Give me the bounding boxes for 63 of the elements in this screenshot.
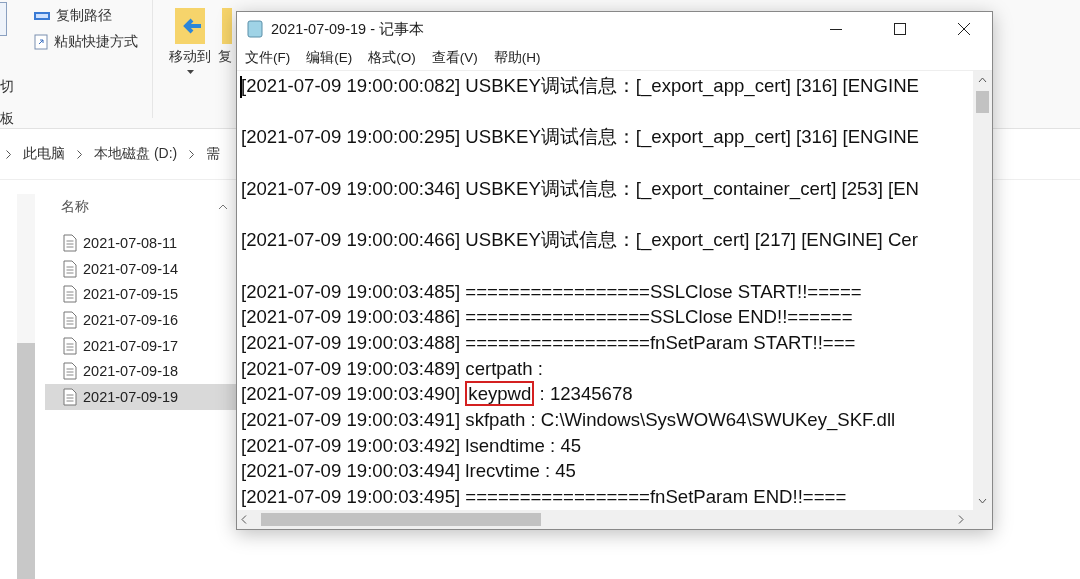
- log-line: [2021-07-09 19:00:03:489] certpath :: [241, 356, 543, 381]
- close-icon: [958, 23, 970, 35]
- shortcut-icon: [34, 34, 48, 50]
- file-item[interactable]: 2021-07-08-11: [45, 230, 240, 256]
- scroll-right-icon: [958, 515, 964, 524]
- document-icon: [63, 336, 77, 355]
- log-line: [2021-07-09 19:00:03:495] =================fnSetParam END!!====: [241, 485, 847, 509]
- highlight-box: keypwd: [465, 381, 535, 407]
- file-item[interactable]: 2021-07-09-18: [45, 358, 240, 385]
- scrollbar-thumb[interactable]: [976, 91, 989, 113]
- log-line: [2021-07-09 19:00:03:486] =================SSLClose END!!======: [241, 305, 853, 330]
- menu-item[interactable]: 编辑(E): [306, 49, 353, 67]
- caret-icon: [186, 70, 194, 74]
- ribbon-action[interactable]: 粘贴快捷方式: [34, 33, 138, 51]
- maximize-icon: [894, 23, 906, 35]
- log-line: [2021-07-09 19:00:03:490] keypwd : 12345678: [241, 381, 633, 407]
- text-caret: [240, 76, 242, 98]
- path-icon: [34, 10, 50, 22]
- scroll-down-icon: [978, 498, 987, 504]
- file-item[interactable]: 2021-07-09-14: [45, 255, 240, 282]
- document-icon: [63, 285, 77, 304]
- folder-icon: [175, 8, 205, 44]
- scrollbar-thumb[interactable]: [261, 513, 541, 526]
- document-icon: [63, 259, 77, 278]
- log-line: [2021-07-09 19:00:03:492] lsendtime : 45: [241, 433, 582, 458]
- window-title: 2021-07-09-19 - 记事本: [271, 19, 425, 39]
- breadcrumb-item[interactable]: 本地磁盘 (D:): [94, 145, 178, 163]
- log-line: [2021-07-09 19:00:03:488] =================fnSetParam START!!===: [241, 330, 856, 355]
- log-line: [2021-07-09 19:00:00:295] USBKEY调试信息：[_export_app_cert] [316] [ENGINE: [241, 125, 919, 150]
- scroll-left-icon: [241, 515, 247, 524]
- document-icon: [63, 310, 77, 329]
- log-line: [2021-07-09 19:00:03:485] =================SSLClose START!!=====: [241, 279, 862, 304]
- document-icon: [63, 233, 77, 252]
- log-line: [2021-07-09 19:00:03:494] lrecvtime : 45: [241, 459, 576, 484]
- log-line: [2021-07-09 19:00:00:346] USBKEY调试信息：[_export_container_cert] [253] [EN: [241, 176, 919, 202]
- ribbon-label: 板: [0, 110, 14, 128]
- breadcrumb-item[interactable]: 此电脑: [23, 145, 65, 163]
- document-icon: [63, 387, 77, 406]
- log-line: [2021-07-09 19:00:00:466] USBKEY调试信息：[_export_cert] [217] [ENGINE] Cer: [241, 228, 918, 253]
- document-icon: [63, 362, 77, 381]
- minimize-icon: [830, 28, 842, 30]
- file-item[interactable]: 2021-07-09-15: [45, 281, 240, 308]
- log-line: [2021-07-09 19:00:00:082] USBKEY调试信息：[_export_app_cert] [316] [ENGINE: [241, 74, 919, 99]
- column-header[interactable]: 名称: [61, 198, 89, 216]
- ribbon-big-button[interactable]: 移动到: [167, 8, 213, 128]
- ribbon-action[interactable]: 复制路径: [34, 7, 138, 25]
- ribbon-big-button[interactable]: 复: [217, 8, 233, 128]
- menu-item[interactable]: 文件(F): [245, 49, 291, 67]
- sort-caret-icon: [218, 204, 228, 210]
- notepad-icon: [247, 20, 263, 38]
- file-item[interactable]: 2021-07-09-16: [45, 307, 240, 333]
- breadcrumb-item[interactable]: 需: [206, 145, 221, 163]
- log-line: [2021-07-09 19:00:03:491] skfpath : C:\Windows\SysWOW64\SWUKey_SKF.dll: [241, 407, 896, 433]
- file-item[interactable]: 2021-07-09-17: [45, 332, 240, 359]
- chevron-icon: [189, 149, 195, 159]
- menu-item[interactable]: 帮助(H): [493, 49, 541, 67]
- ribbon-label: 切: [0, 78, 14, 96]
- menu-item[interactable]: 格式(O): [368, 49, 416, 67]
- menu-item[interactable]: 查看(V): [431, 49, 478, 67]
- chevron-icon: [6, 149, 11, 159]
- chevron-icon: [77, 149, 82, 159]
- scroll-up-icon: [978, 77, 987, 83]
- scrollbar-thumb[interactable]: [17, 343, 35, 579]
